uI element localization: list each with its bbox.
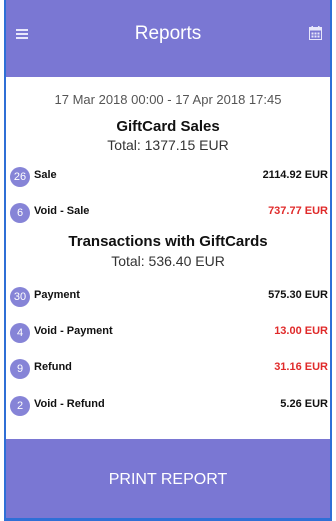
list-item: 4 Void - Payment 13.00 EUR: [10, 323, 328, 343]
transactions-total: Total: 536.40 EUR: [111, 253, 225, 269]
list-item: 9 Refund 31.16 EUR: [10, 359, 328, 379]
row-value: 31.16 EUR: [274, 361, 328, 373]
date-range[interactable]: 17 Mar 2018 00:00 - 17 Apr 2018 17:45: [6, 92, 330, 107]
list-item: 26 Sale 2114.92 EUR: [10, 167, 328, 187]
row-label: Void - Sale: [34, 205, 90, 217]
top-app-bar: Reports: [6, 0, 330, 77]
row-label: Refund: [34, 361, 72, 373]
row-label: Payment: [34, 289, 80, 301]
row-value: 737.77 EUR: [268, 205, 328, 217]
row-label: Void - Payment: [34, 325, 113, 337]
count-badge: 6: [10, 203, 30, 223]
giftcard-sales-title: GiftCard Sales: [116, 118, 220, 135]
reports-screen: Reports 17 Mar 2018 00:00 - 17 Apr 2018 …: [4, 0, 332, 521]
calendar-icon[interactable]: [309, 26, 322, 40]
print-report-button[interactable]: PRINT REPORT: [6, 439, 330, 521]
giftcard-sales-total: Total: 1377.15 EUR: [107, 137, 229, 153]
row-label: Sale: [34, 169, 57, 181]
list-item: 30 Payment 575.30 EUR: [10, 287, 328, 307]
list-item: 2 Void - Refund 5.26 EUR: [10, 396, 328, 416]
count-badge: 9: [10, 359, 30, 379]
row-label: Void - Refund: [34, 398, 105, 410]
page-title: Reports: [134, 23, 202, 44]
count-badge: 30: [10, 287, 30, 307]
count-badge: 2: [10, 396, 30, 416]
row-value: 2114.92 EUR: [262, 169, 328, 181]
count-badge: 26: [10, 167, 30, 187]
row-value: 13.00 EUR: [274, 325, 328, 337]
transactions-title: Transactions with GiftCards: [68, 233, 268, 250]
row-value: 5.26 EUR: [280, 398, 328, 410]
list-item: 6 Void - Sale 737.77 EUR: [10, 203, 328, 223]
row-value: 575.30 EUR: [268, 289, 328, 301]
count-badge: 4: [10, 323, 30, 343]
